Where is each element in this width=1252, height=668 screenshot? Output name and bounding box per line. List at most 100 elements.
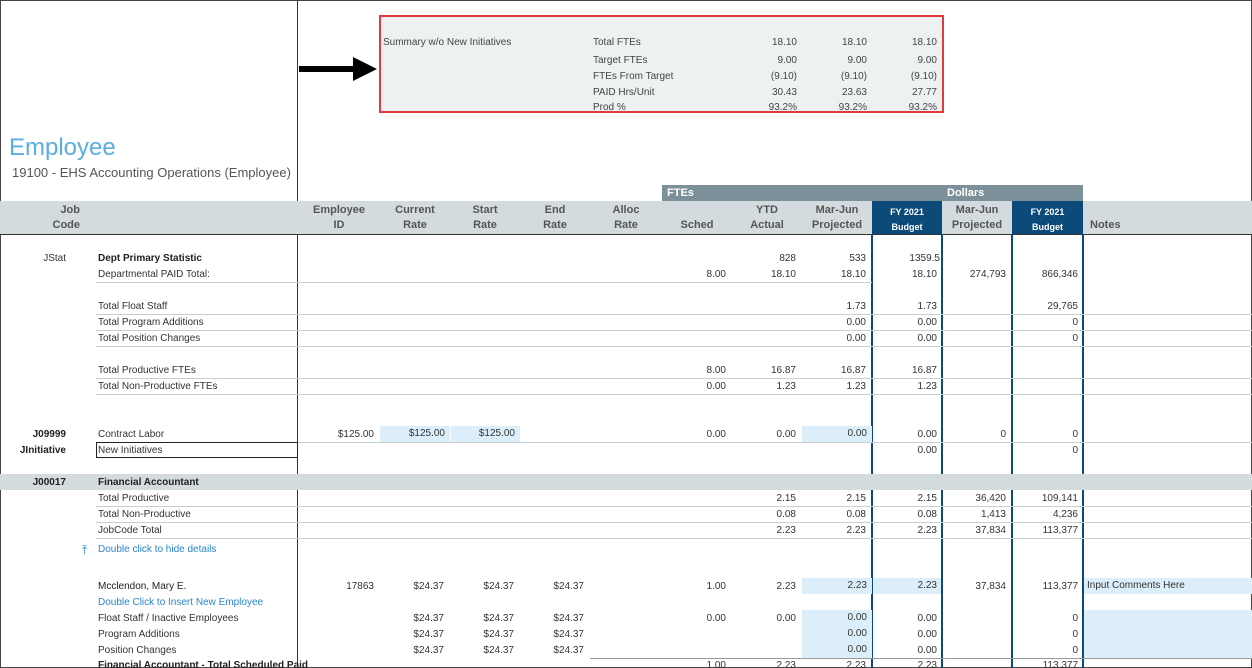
comments-input[interactable]: Input Comments Here xyxy=(1084,578,1252,594)
header-marjun-projected[interactable]: Mar-Jun Projected xyxy=(802,201,872,234)
row-separator xyxy=(96,538,1252,539)
hide-details-link[interactable]: Double click to hide details xyxy=(98,543,216,557)
start-rate-input[interactable]: $125.00 xyxy=(451,426,520,442)
cell-ytd: 18.10 xyxy=(770,269,796,280)
header-text: Rate xyxy=(543,219,567,231)
summary-row-name: Target FTEs xyxy=(593,55,648,66)
header-end-rate[interactable]: End Rate xyxy=(520,201,590,234)
cell-marjun: 533 xyxy=(849,253,866,264)
cell-ytd: 1.23 xyxy=(776,381,796,392)
header-current-rate[interactable]: Current Rate xyxy=(380,201,450,234)
comments-input[interactable] xyxy=(1084,642,1252,658)
cell-ytd: 16.87 xyxy=(770,365,796,376)
summary-value: 30.43 xyxy=(771,87,797,98)
marjun-input[interactable]: 2.23 xyxy=(802,578,872,594)
insert-employee-link[interactable]: Double Click to Insert New Employee xyxy=(98,596,263,610)
row-label: Total Float Staff xyxy=(98,301,168,312)
jobcode-title: Financial Accountant xyxy=(98,477,199,488)
employee-name[interactable]: Mcclendon, Mary E. xyxy=(98,580,186,594)
summary-row-name: PAID Hrs/Unit xyxy=(593,87,655,98)
row-label: Total Non-Productive FTEs xyxy=(98,381,218,392)
cell-d-fy: 29,765 xyxy=(1047,301,1078,312)
cell-employee-id: $125.00 xyxy=(337,429,374,440)
summary-row-name: Prod % xyxy=(593,102,626,111)
header-start-rate[interactable]: Start Rate xyxy=(450,201,520,234)
summary-value: (9.10) xyxy=(910,71,937,82)
cell-d-fy: 109,141 xyxy=(1041,493,1078,504)
row-label: Total Position Changes xyxy=(98,333,201,344)
header-text: Employee xyxy=(313,204,365,216)
cell-fy: 0.00 xyxy=(917,629,937,640)
fy-budget-input[interactable]: 2.23 xyxy=(873,578,941,594)
header-text: ID xyxy=(333,219,345,231)
marjun-input[interactable]: 0.00 xyxy=(802,626,872,642)
summary-value: 27.77 xyxy=(911,87,937,98)
job-code: JStat xyxy=(43,253,66,264)
cell-d-fy: 0 xyxy=(1072,613,1078,624)
group-header-ftes: FTEs xyxy=(662,185,942,201)
row-label: Departmental PAID Total: xyxy=(98,269,210,280)
cell-marjun: 1.73 xyxy=(846,301,866,312)
cell-marjun: 1.23 xyxy=(846,381,866,392)
cell-ytd: 828 xyxy=(779,253,796,264)
collapse-up-icon[interactable]: ⤒ xyxy=(82,543,92,557)
cell-d-fy: 0 xyxy=(1072,429,1078,440)
header-text: Projected xyxy=(951,219,1003,231)
header-notes[interactable]: Notes xyxy=(1090,201,1150,234)
header-text: Rate xyxy=(403,219,427,231)
summary-value: 18.10 xyxy=(841,37,867,48)
marjun-input[interactable]: 0.00 xyxy=(802,642,872,658)
header-text: FY 2021 xyxy=(890,207,924,217)
cell-fy: 0.00 xyxy=(917,429,937,440)
cell-d-fy: 4,236 xyxy=(1052,509,1078,520)
cell-d-fy: 0 xyxy=(1072,317,1078,328)
comments-input[interactable] xyxy=(1084,610,1252,626)
row-label: JobCode Total xyxy=(98,525,162,536)
summary-value: 93.2% xyxy=(768,102,797,111)
row-separator xyxy=(96,522,1252,523)
row-separator xyxy=(96,394,1252,395)
page-subtitle: 19100 - EHS Accounting Operations (Emplo… xyxy=(12,165,291,180)
marjun-input[interactable]: 0.00 xyxy=(802,426,872,442)
job-code: J09999 xyxy=(32,429,66,440)
cell-end-rate: $24.37 xyxy=(553,645,584,656)
row-label[interactable]: New Initiatives xyxy=(98,444,162,458)
cell-start-rate: $24.37 xyxy=(483,645,514,656)
arrow-right-icon xyxy=(299,57,377,81)
cell-d-fy: 113,377 xyxy=(1042,660,1078,668)
cell-d-fy: 866,346 xyxy=(1041,269,1078,280)
cell-marjun: 2.23 xyxy=(846,660,866,668)
cell-fy: 18.10 xyxy=(911,269,937,280)
row-label: Financial Accountant - Total Scheduled P… xyxy=(98,660,309,668)
cell-d-fy: 0 xyxy=(1072,645,1078,656)
group-header-dollars: Dollars xyxy=(942,185,1083,201)
cell-d-marjun: 274,793 xyxy=(969,269,1006,280)
cell-d-fy: 113,377 xyxy=(1042,581,1078,592)
header-text: Sched xyxy=(680,219,714,231)
summary-row-name: FTEs From Target xyxy=(593,71,674,82)
header-job-code[interactable]: Job Code xyxy=(20,201,81,234)
header-text: Rate xyxy=(473,219,497,231)
cell-d-fy: 113,377 xyxy=(1042,525,1078,536)
header-dollars-fy2021-budget[interactable]: FY 2021 Budget xyxy=(1012,201,1083,234)
summary-value: (9.10) xyxy=(770,71,797,82)
header-ytd-actual[interactable]: YTD Actual xyxy=(732,201,802,234)
header-employee-id[interactable]: Employee ID xyxy=(300,201,378,234)
cell-ytd: 0.00 xyxy=(776,429,796,440)
cell-ytd: 2.15 xyxy=(776,493,796,504)
cell-fy: 1.23 xyxy=(917,381,937,392)
header-sched[interactable]: Sched xyxy=(662,201,732,234)
header-fy2021-budget[interactable]: FY 2021 Budget xyxy=(872,201,942,234)
comments-input[interactable] xyxy=(1084,626,1252,642)
cell-d-fy: 0 xyxy=(1072,333,1078,344)
cell-d-marjun: 37,834 xyxy=(975,581,1006,592)
current-rate-input[interactable]: $125.00 xyxy=(380,426,450,442)
summary-value: 93.2% xyxy=(908,102,937,111)
cell-fy: 1.73 xyxy=(917,301,937,312)
row-label: Position Changes xyxy=(98,645,177,656)
header-dollars-marjun-projected[interactable]: Mar-Jun Projected xyxy=(942,201,1012,234)
row-label: Float Staff / Inactive Employees xyxy=(98,613,239,624)
marjun-input[interactable]: 0.00 xyxy=(802,610,872,626)
header-alloc-rate[interactable]: Alloc Rate xyxy=(591,201,661,234)
cell-fy: 0.00 xyxy=(917,445,937,456)
